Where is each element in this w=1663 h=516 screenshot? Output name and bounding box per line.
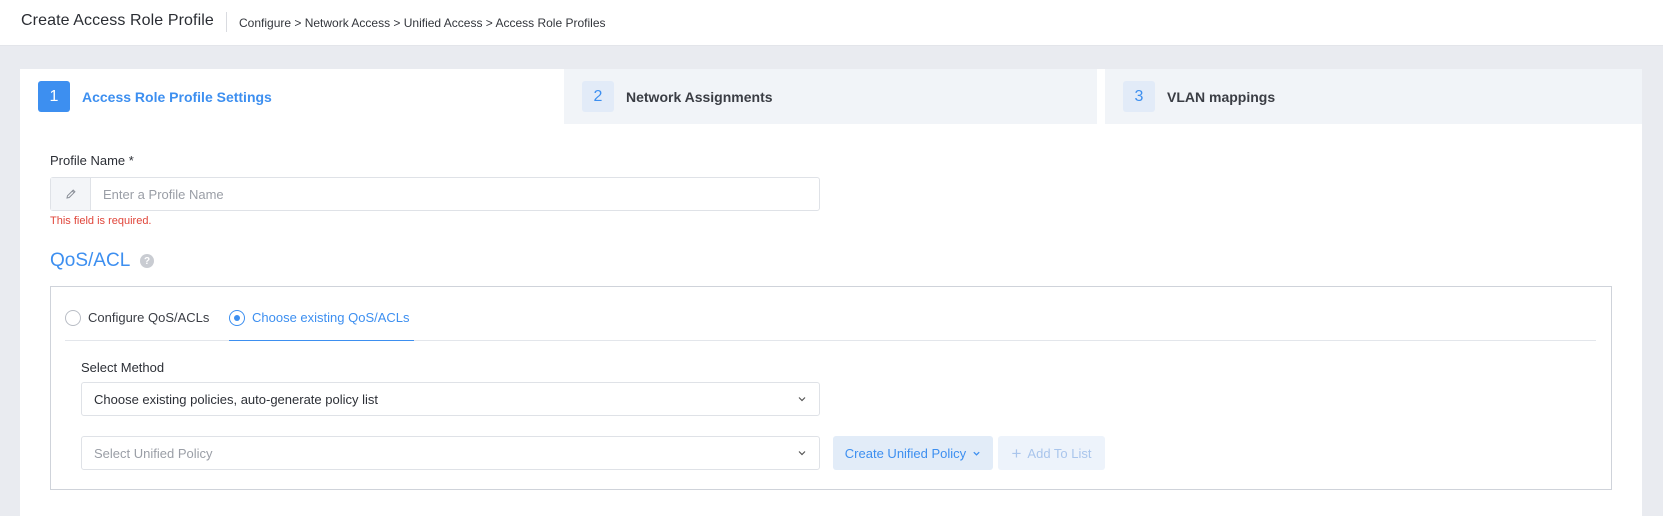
configure-radio[interactable] <box>65 310 81 326</box>
select-method-value: Choose existing policies, auto-generate … <box>94 391 378 407</box>
qos-acl-panel: Configure QoS/ACLs Choose existing QoS/A… <box>50 286 1612 490</box>
help-icon[interactable]: ? <box>140 254 154 268</box>
select-method-label: Select Method <box>81 360 165 375</box>
step-3-label: VLAN mappings <box>1167 88 1276 105</box>
chevron-down-icon <box>973 451 980 456</box>
step-3-tab[interactable]: 3 VLAN mappings <box>1105 69 1642 124</box>
breadcrumb[interactable]: Configure > Network Access > Unified Acc… <box>239 16 606 30</box>
pencil-icon <box>51 178 91 210</box>
profile-name-field <box>50 177 820 211</box>
select-unified-policy-dropdown[interactable]: Select Unified Policy <box>81 436 820 470</box>
step-1-label: Access Role Profile Settings <box>82 88 272 105</box>
select-policy-placeholder: Select Unified Policy <box>94 445 213 461</box>
page-title: Create Access Role Profile <box>21 12 214 29</box>
choose-existing-radio[interactable] <box>229 310 245 326</box>
step-3-number: 3 <box>1123 81 1155 112</box>
profile-name-input[interactable] <box>91 178 819 210</box>
step-2-label: Network Assignments <box>626 88 773 105</box>
tab-existing-label: Choose existing QoS/ACLs <box>252 310 410 325</box>
qos-acl-tabs: Configure QoS/ACLs Choose existing QoS/A… <box>65 287 1596 341</box>
tab-configure-label: Configure QoS/ACLs <box>88 310 210 325</box>
chevron-down-icon <box>798 451 806 456</box>
create-unified-policy-label: Create Unified Policy <box>844 445 967 461</box>
chevron-down-icon <box>798 397 806 402</box>
step-1-number: 1 <box>38 81 70 112</box>
add-to-list-button[interactable]: + Add To List <box>998 436 1105 470</box>
select-method-dropdown[interactable]: Choose existing policies, auto-generate … <box>81 382 820 416</box>
qos-acl-section-title: QoS/ACL <box>50 250 131 271</box>
create-unified-policy-button[interactable]: Create Unified Policy <box>833 436 993 470</box>
title-divider <box>226 12 227 32</box>
profile-name-label: Profile Name * <box>50 153 134 168</box>
form-card: 1 Access Role Profile Settings 2 Network… <box>20 69 1642 516</box>
step-2-tab[interactable]: 2 Network Assignments <box>564 69 1097 124</box>
profile-name-error: This field is required. <box>50 215 152 227</box>
step-1-tab[interactable]: 1 Access Role Profile Settings <box>20 69 564 124</box>
add-to-list-label: Add To List <box>1027 445 1092 461</box>
plus-icon: + <box>1011 443 1022 463</box>
tab-configure-qos-acls[interactable]: Configure QoS/ACLs <box>65 310 209 341</box>
step-2-number: 2 <box>582 81 614 112</box>
top-bar: Create Access Role Profile Configure > N… <box>0 0 1663 46</box>
tab-choose-existing-qos-acls[interactable]: Choose existing QoS/ACLs <box>229 310 414 341</box>
